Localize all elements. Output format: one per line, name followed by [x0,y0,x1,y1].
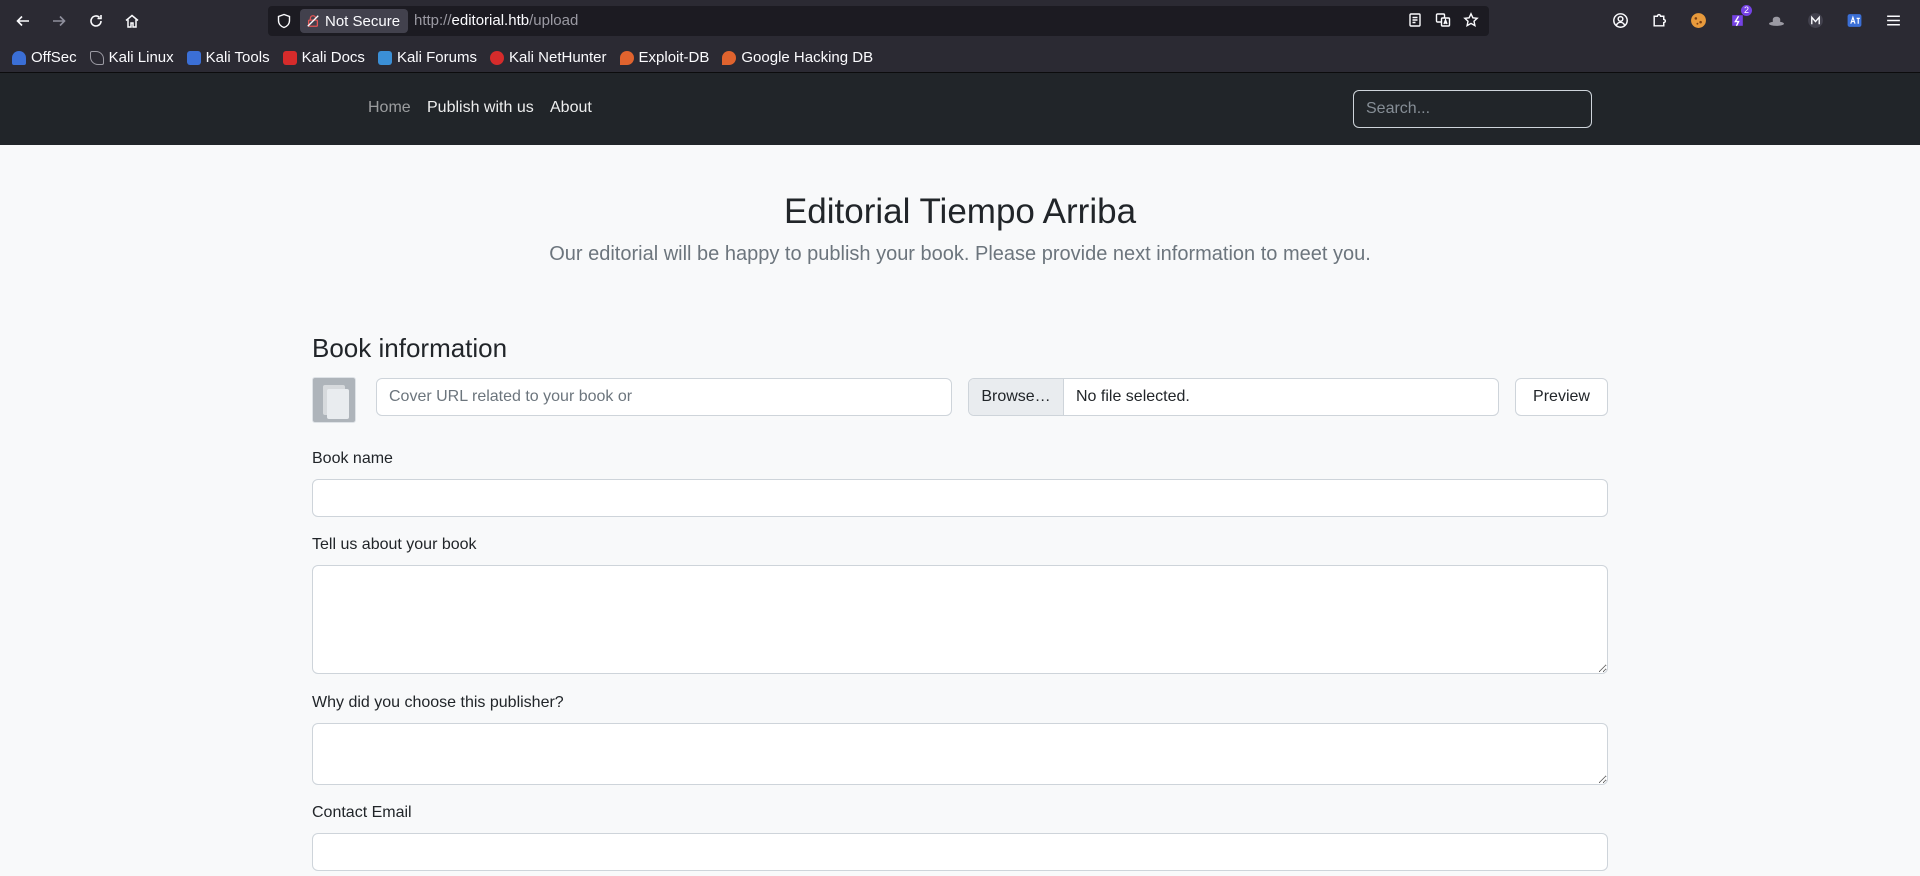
arrow-right-icon [53,15,66,27]
exploit-db-icon [619,50,634,65]
cover-preview-image [312,377,356,423]
page-subtitle: Our editorial will be happy to publish y… [549,243,1371,265]
bookmark-label: Exploit-DB [638,49,710,66]
why-publisher-textarea[interactable] [312,723,1608,785]
extension-cookie-button[interactable] [1688,10,1708,30]
bookmark-kali-tools[interactable]: Kali Tools [186,49,270,66]
bookmark-star-icon[interactable] [1463,12,1479,28]
bookmark-kali-linux[interactable]: Kali Linux [89,49,174,66]
reload-icon [90,15,102,27]
reload-button[interactable] [84,9,108,33]
bookmark-label: Kali Linux [108,49,174,66]
shield-icon[interactable] [276,13,292,29]
hat-icon [1768,16,1784,26]
bookmark-kali-forums[interactable]: Kali Forums [377,49,477,66]
account-button[interactable] [1610,10,1630,30]
bookmark-label: Kali Tools [205,49,270,66]
placeholder-image-page [327,389,349,419]
book-name-input[interactable] [312,479,1608,517]
extension-m-button[interactable] [1805,10,1825,30]
kali-forums-icon [377,50,392,65]
url-text[interactable]: http://editorial.htb/upload [414,12,578,29]
about-book-label: Tell us about your book [312,536,477,553]
book-name-label: Book name [312,450,393,467]
arrow-left-icon [16,15,29,27]
not-secure-indicator[interactable]: Not Secure [300,9,409,33]
cover-url-input[interactable] [376,378,952,416]
nav-home-link[interactable]: Home [368,99,411,117]
preview-button[interactable]: Preview [1515,378,1608,416]
bookmark-label: Kali Forums [396,49,477,66]
extension-notification-button[interactable]: 2 [1727,5,1752,30]
broken-lock-icon [307,15,319,27]
about-book-textarea[interactable] [312,565,1608,674]
puzzle-icon [1652,13,1666,27]
extension-badge: 2 [1740,5,1752,16]
translate-icon[interactable] [1435,12,1451,28]
bookmark-kali-docs[interactable]: Kali Docs [282,49,365,66]
kali-docs-icon [282,50,297,65]
bookmarks-toolbar: OffSec Kali Linux Kali Tools Kali Docs K… [0,43,1920,73]
home-icon [125,14,139,28]
url-path: /upload [529,12,579,29]
extension-hat-button[interactable] [1766,10,1786,30]
nav-about-link[interactable]: About [550,99,592,117]
extension-translate-button[interactable] [1844,10,1864,30]
url-host: editorial.htb [451,12,530,29]
kali-tools-icon [186,50,201,65]
browser-toolbar: Not Secure http://editorial.htb/upload 2 [0,0,1920,43]
bookmark-label: Kali Docs [301,49,365,66]
book-information-heading: Book information [312,333,508,363]
page-title: Editorial Tiempo Arriba [783,192,1137,231]
file-status-text: No file selected. [1076,388,1190,405]
nethunter-icon [489,50,504,65]
kali-dragon-icon [89,50,104,65]
site-navbar: Home Publish with us About [0,73,1920,145]
browse-button[interactable]: Browse… [969,379,1064,415]
account-icon [1612,12,1628,28]
home-button[interactable] [120,9,144,33]
url-bar[interactable]: Not Secure http://editorial.htb/upload [268,6,1489,36]
cookie-icon [1690,12,1706,28]
back-button[interactable] [11,9,35,33]
offsec-icon [12,50,26,65]
app-menu-button[interactable] [1883,10,1903,30]
translator-icon [1847,13,1861,27]
why-publisher-label: Why did you choose this publisher? [312,694,564,711]
bookmark-exploit-db[interactable]: Exploit-DB [619,49,710,66]
bookmark-label: Kali NetHunter [508,49,607,66]
nav-publish-link[interactable]: Publish with us [427,99,534,117]
contact-email-label: Contact Email [312,804,412,821]
extensions-button[interactable] [1649,10,1669,30]
m-logo-icon [1807,12,1823,28]
bookmark-offsec[interactable]: OffSec [12,49,77,66]
bookmark-label: Google Hacking DB [741,49,874,66]
cover-file-input[interactable]: Browse… No file selected. [968,378,1499,416]
url-prefix: http:// [414,12,452,29]
ghdb-icon [722,50,737,65]
site-search-input[interactable] [1353,90,1592,128]
reader-view-icon[interactable] [1407,12,1423,28]
bookmark-label: OffSec [31,49,77,66]
forward-button[interactable] [47,9,71,33]
contact-email-input[interactable] [312,833,1608,871]
hamburger-menu-icon [1886,14,1900,26]
not-secure-label: Not Secure [325,12,401,30]
bookmark-kali-nethunter[interactable]: Kali NetHunter [489,49,607,66]
bookmark-google-hacking-db[interactable]: Google Hacking DB [722,49,873,66]
